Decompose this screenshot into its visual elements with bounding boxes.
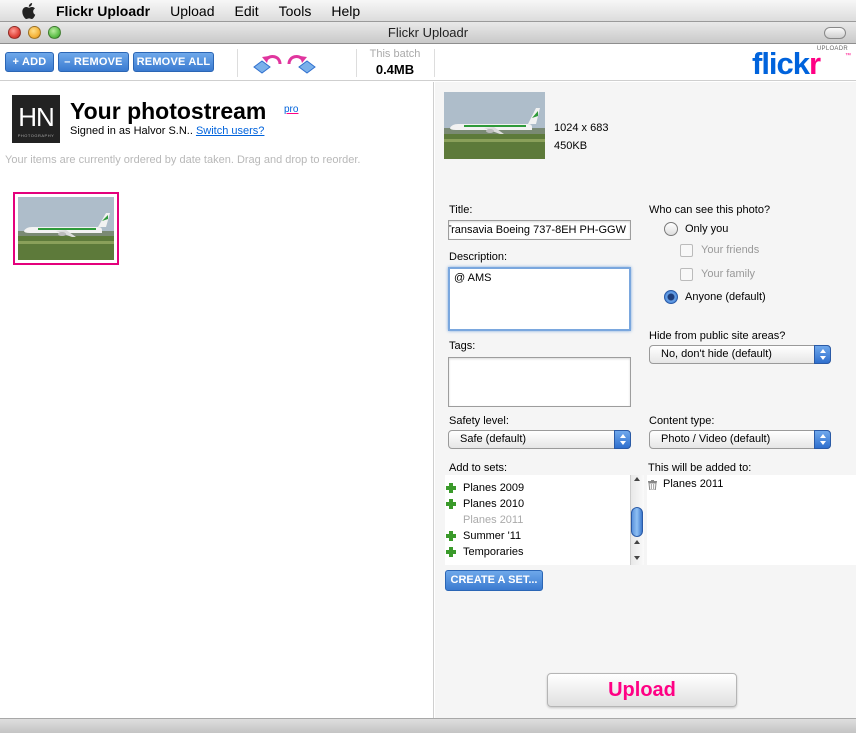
only-you-label: Only you bbox=[685, 223, 729, 235]
hide-select-value: No, don't hide (default) bbox=[661, 348, 772, 360]
radio-anyone[interactable] bbox=[664, 290, 678, 304]
photo-dimensions: 1024 x 683 bbox=[554, 122, 609, 134]
upload-button[interactable]: Upload bbox=[547, 673, 737, 707]
airplane-photo-large bbox=[444, 92, 545, 159]
description-label: Description: bbox=[449, 251, 508, 263]
photo-thumbnail[interactable] bbox=[13, 192, 119, 265]
page-title: Your photostream bbox=[70, 98, 267, 124]
tags-label: Tags: bbox=[449, 340, 476, 352]
batch-size-value: 0.4MB bbox=[375, 62, 415, 77]
anyone-label: Anyone (default) bbox=[685, 291, 766, 303]
menu-app-name[interactable]: Flickr Uploadr bbox=[46, 0, 160, 22]
content-type-select-value: Photo / Video (default) bbox=[661, 433, 771, 445]
photostream-panel: HN PHOTOGRAPHY Your photostream pro Sign… bbox=[0, 82, 434, 718]
redo-arrow-icon[interactable] bbox=[285, 52, 319, 76]
logo-blue-text: flick bbox=[752, 46, 810, 81]
add-button[interactable]: + ADD bbox=[5, 52, 54, 72]
toolbar-divider bbox=[434, 49, 435, 77]
apple-icon[interactable] bbox=[16, 0, 42, 22]
select-arrows-icon bbox=[614, 430, 631, 449]
airplane-photo bbox=[18, 197, 114, 260]
scroll-up-icon[interactable] bbox=[634, 540, 640, 544]
checkbox-friends[interactable] bbox=[680, 244, 693, 257]
toolbar: + ADD – REMOVE REMOVE ALL This batch 0.4… bbox=[0, 45, 856, 81]
remove-button[interactable]: – REMOVE bbox=[58, 52, 129, 72]
logo-trademark: ™ bbox=[845, 53, 851, 59]
select-arrows-icon bbox=[814, 430, 831, 449]
status-bar bbox=[0, 718, 856, 733]
checkbox-family[interactable] bbox=[680, 268, 693, 281]
create-set-button[interactable]: CREATE A SET... bbox=[445, 570, 543, 591]
hide-label: Hide from public site areas? bbox=[649, 330, 786, 342]
description-input[interactable]: @ AMS bbox=[448, 267, 631, 331]
window-title-bar: Flickr Uploadr bbox=[0, 22, 856, 44]
avatar-subtext: PHOTOGRAPHY bbox=[17, 133, 55, 138]
photo-details-panel: 1024 x 683 450KB Title: Transavia Boeing… bbox=[435, 82, 856, 718]
toolbar-divider bbox=[237, 49, 238, 77]
safety-select[interactable]: Safe (default) bbox=[448, 430, 631, 449]
scrollbar-thumb[interactable] bbox=[631, 507, 643, 537]
privacy-label: Who can see this photo? bbox=[649, 204, 771, 216]
signed-in-label: Signed in as Halvor S.N.. bbox=[70, 125, 196, 137]
avatar-text: HN bbox=[18, 102, 55, 132]
switch-users-link[interactable]: Switch users? bbox=[196, 125, 264, 137]
signed-in-text: Signed in as Halvor S.N.. Switch users? bbox=[70, 125, 264, 137]
plus-icon[interactable] bbox=[446, 483, 456, 493]
safety-label: Safety level: bbox=[449, 415, 509, 427]
plus-icon[interactable] bbox=[446, 547, 456, 557]
batch-size-label: This batch bbox=[369, 48, 421, 60]
title-input[interactable]: Transavia Boeing 737-8EH PH-GGW bbox=[448, 220, 631, 240]
safety-select-value: Safe (default) bbox=[460, 433, 527, 445]
content-type-select[interactable]: Photo / Video (default) bbox=[649, 430, 831, 449]
friends-label: Your friends bbox=[701, 244, 760, 256]
content-type-label: Content type: bbox=[649, 415, 715, 427]
avatar: HN PHOTOGRAPHY bbox=[12, 95, 60, 143]
toolbar-toggle-button[interactable] bbox=[824, 27, 846, 39]
title-label: Title: bbox=[449, 204, 473, 216]
window-title: Flickr Uploadr bbox=[387, 25, 469, 40]
scroll-down-icon[interactable] bbox=[634, 556, 640, 560]
scroll-up-icon[interactable] bbox=[634, 477, 640, 481]
menu-bar: Flickr Uploadr Upload Edit Tools Help bbox=[0, 0, 856, 22]
sets-label: Add to sets: bbox=[449, 462, 508, 474]
menu-upload[interactable]: Upload bbox=[160, 0, 224, 22]
menu-edit[interactable]: Edit bbox=[225, 0, 269, 22]
added-set-item: Planes 2011 bbox=[663, 478, 724, 490]
photo-preview bbox=[444, 92, 545, 159]
logo-subtitle: UPLOADR bbox=[816, 46, 848, 52]
menu-tools[interactable]: Tools bbox=[269, 0, 322, 22]
photo-file-size: 450KB bbox=[554, 140, 588, 152]
undo-arrow-icon[interactable] bbox=[250, 52, 284, 76]
select-arrows-icon bbox=[814, 345, 831, 364]
flickr-logo: flickr UPLOADR ™ bbox=[752, 45, 852, 81]
tags-input[interactable] bbox=[448, 357, 631, 407]
remove-all-button[interactable]: REMOVE ALL bbox=[133, 52, 214, 72]
radio-only-you[interactable] bbox=[664, 222, 678, 236]
plus-icon[interactable] bbox=[446, 499, 456, 509]
added-to-label: This will be added to: bbox=[648, 462, 752, 474]
order-hint: Your items are currently ordered by date… bbox=[5, 154, 361, 166]
sets-list[interactable]: Planes 2009 Planes 2010 Planes 2011 Summ… bbox=[445, 475, 644, 565]
plus-icon[interactable] bbox=[446, 531, 456, 541]
trash-icon[interactable] bbox=[648, 479, 657, 491]
pro-badge[interactable]: pro bbox=[284, 104, 298, 115]
hide-select[interactable]: No, don't hide (default) bbox=[649, 345, 831, 364]
family-label: Your family bbox=[701, 268, 756, 280]
menu-help[interactable]: Help bbox=[321, 0, 370, 22]
